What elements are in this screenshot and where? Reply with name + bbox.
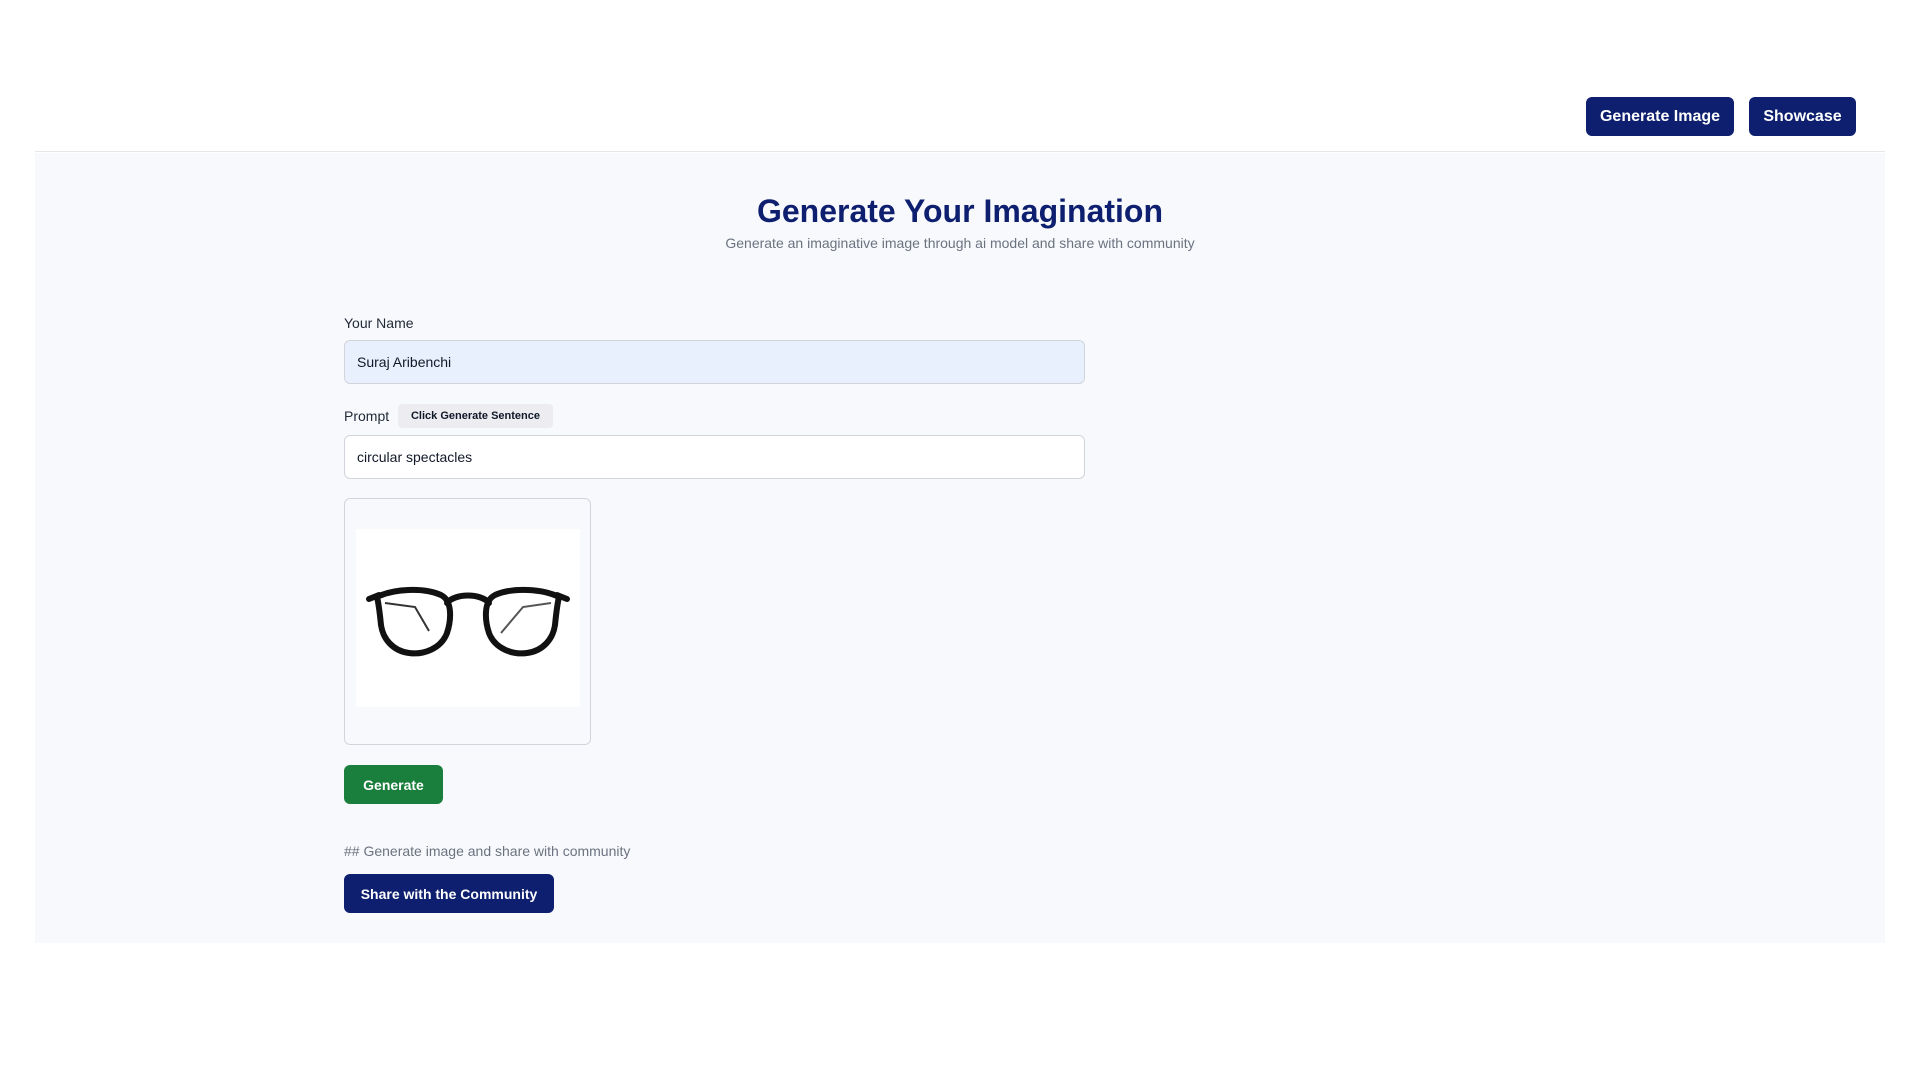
generate-button[interactable]: Generate — [344, 765, 443, 804]
prompt-input[interactable]: circular spectacles — [344, 435, 1085, 479]
generate-sentence-button[interactable]: Click Generate Sentence — [398, 404, 553, 428]
share-note: ## Generate image and share with communi… — [344, 843, 631, 859]
page-title: Generate Your Imagination — [756, 193, 1163, 229]
name-label: Your Name — [344, 315, 414, 331]
showcase-nav-button[interactable]: Showcase — [1749, 97, 1856, 136]
prompt-label: Prompt — [344, 408, 390, 424]
generated-image — [356, 529, 580, 707]
share-community-button[interactable]: Share with the Community — [344, 874, 554, 913]
page-subtitle: Generate an imaginative image through ai… — [725, 235, 1195, 251]
spectacles-icon — [366, 586, 570, 657]
name-input[interactable]: Suraj Aribenchi — [344, 340, 1085, 384]
generate-image-nav-button[interactable]: Generate Image — [1586, 97, 1734, 136]
main-content: Generate Your Imagination Generate an im… — [35, 153, 1885, 943]
image-preview — [344, 498, 591, 745]
